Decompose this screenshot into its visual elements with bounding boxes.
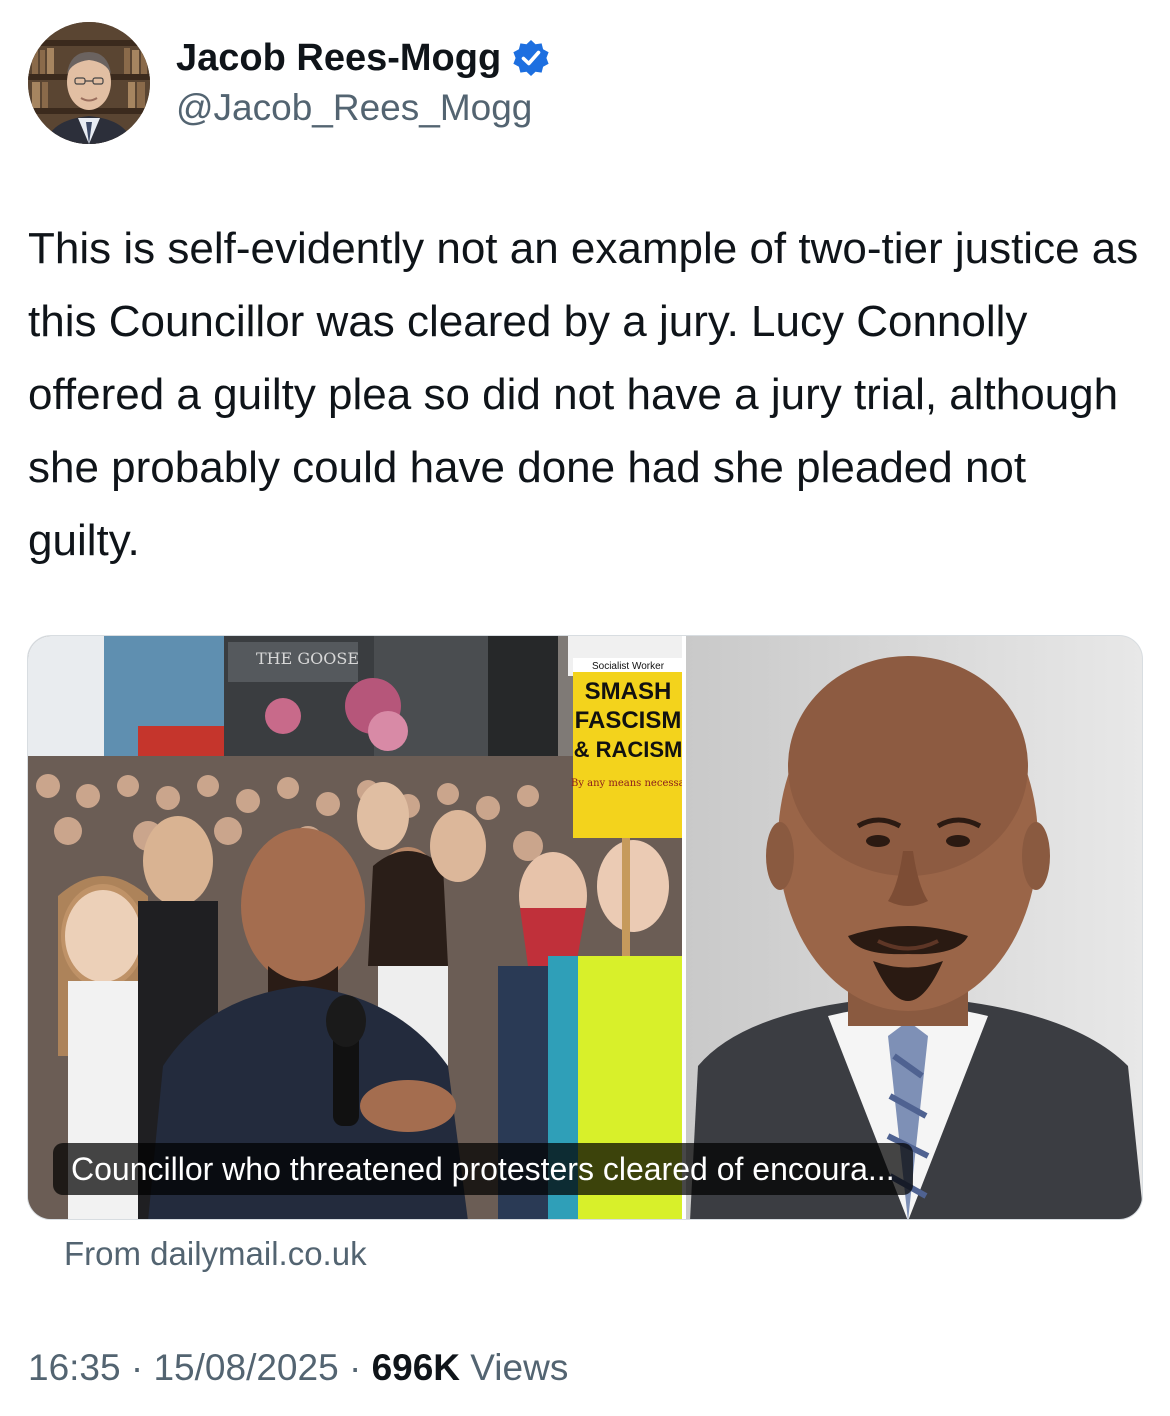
pub-sign-text: THE GOOSE: [256, 649, 359, 668]
placard-footer-text: By any means necessary: [571, 778, 695, 789]
views-label: Views: [470, 1347, 569, 1388]
views-count[interactable]: 696K: [372, 1347, 460, 1388]
link-card-source[interactable]: From dailymail.co.uk: [64, 1234, 367, 1274]
placard-line-3: & RACISM: [574, 737, 683, 762]
author-name[interactable]: Jacob Rees-Mogg: [176, 36, 551, 80]
tweet-date[interactable]: 15/08/2025: [153, 1347, 338, 1388]
author-avatar[interactable]: [28, 22, 150, 144]
placard-line-2: FASCISM: [575, 707, 682, 734]
tweet-detail: Jacob Rees-Mogg @Jacob_Rees_Mogg This is…: [0, 0, 1170, 1416]
link-card-caption[interactable]: Councillor who threatened protesters cle…: [53, 1143, 913, 1195]
tweet-text: This is self-evidently not an example of…: [28, 224, 1139, 565]
author-name-text[interactable]: Jacob Rees-Mogg: [176, 36, 501, 80]
link-card-image[interactable]: THE GOOSE Socialist Worker SMASH FASCISM…: [27, 635, 1143, 1220]
placard-header-text: Socialist Worker: [592, 661, 665, 672]
protest-photo: THE GOOSE Socialist Worker SMASH FASCISM…: [28, 636, 695, 1219]
author-handle[interactable]: @Jacob_Rees_Mogg: [176, 86, 532, 130]
tweet-time[interactable]: 16:35: [28, 1347, 121, 1388]
councillor-portrait: [686, 636, 1142, 1219]
placard-line-1: SMASH: [585, 678, 672, 705]
meta-separator: ·: [130, 1347, 144, 1388]
meta-separator: ·: [348, 1347, 362, 1388]
tweet-meta: 16:35 · 15/08/2025 · 696K Views: [28, 1346, 568, 1390]
verified-badge-icon: [513, 40, 549, 76]
